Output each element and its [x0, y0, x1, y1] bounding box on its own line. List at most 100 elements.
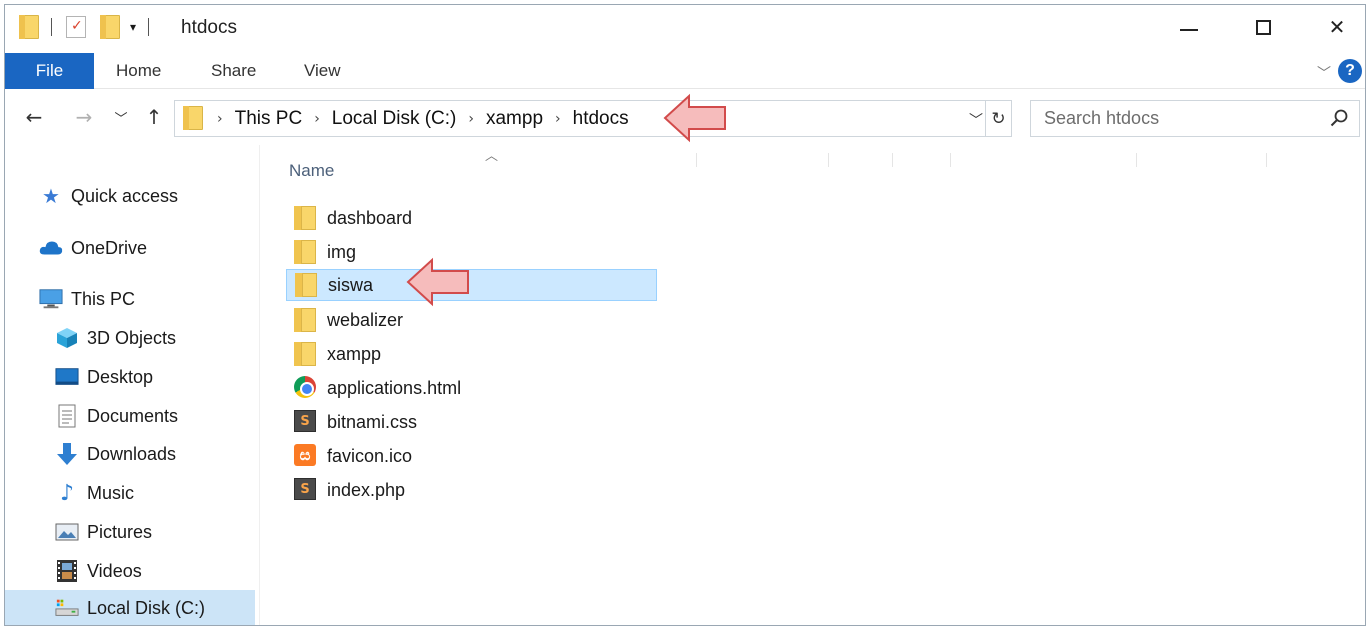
folder-icon	[294, 342, 318, 366]
sidebar-item-label: Pictures	[87, 521, 153, 542]
sublime-file-icon: S	[294, 478, 318, 502]
close-button[interactable]: ✕	[1301, 5, 1365, 49]
sidebar-item-downloads[interactable]: Downloads	[55, 436, 176, 472]
sidebar-item-onedrive[interactable]: OneDrive	[39, 230, 147, 266]
back-arrow-icon: ←	[25, 105, 43, 129]
file-name: favicon.ico	[327, 445, 413, 466]
column-divider[interactable]	[696, 153, 697, 167]
column-header-name[interactable]: Name	[289, 161, 334, 181]
desktop-icon	[55, 365, 79, 389]
folder-icon	[183, 106, 203, 130]
up-button[interactable]: ↑	[139, 103, 169, 131]
file-list-pane: ︿ Name dashboard img siswa webalizer xam…	[260, 145, 1365, 625]
minimize-icon	[1180, 29, 1198, 31]
properties-icon[interactable]	[66, 16, 86, 38]
search-icon[interactable]	[1329, 108, 1349, 128]
maximize-button[interactable]	[1227, 5, 1299, 49]
xampp-icon: ස	[294, 444, 318, 468]
folder-icon	[294, 308, 318, 332]
column-divider[interactable]	[950, 153, 951, 167]
column-divider[interactable]	[1266, 153, 1267, 167]
file-name: bitnami.css	[327, 411, 418, 432]
chevron-down-icon: ﹀	[114, 111, 128, 127]
list-item[interactable]: webalizer	[286, 304, 657, 336]
column-divider[interactable]	[1136, 153, 1137, 167]
computer-icon	[39, 287, 63, 311]
list-item[interactable]: S bitnami.css	[286, 406, 657, 438]
breadcrumb-local-disk[interactable]: Local Disk (C:)	[332, 108, 457, 130]
file-name: siswa	[328, 274, 374, 295]
file-name: xampp	[327, 343, 382, 364]
search-input[interactable]	[1031, 101, 1321, 136]
quick-access-toolbar: ▾	[19, 14, 150, 40]
sidebar-item-label: Videos	[87, 560, 142, 581]
documents-icon	[55, 404, 79, 428]
sidebar-item-desktop[interactable]: Desktop	[55, 359, 153, 395]
sidebar-item-label: 3D Objects	[87, 327, 177, 348]
list-item[interactable]: dashboard	[286, 202, 657, 234]
breadcrumb: › This PC › Local Disk (C:) › xampp › ht…	[217, 101, 629, 136]
breadcrumb-this-pc[interactable]: This PC	[235, 108, 303, 130]
sidebar-item-pictures[interactable]: Pictures	[55, 514, 152, 550]
minimize-button[interactable]	[1153, 5, 1225, 49]
sidebar-item-documents[interactable]: Documents	[55, 398, 178, 434]
sidebar-item-label: Music	[87, 482, 135, 503]
address-history-dropdown-icon[interactable]: ﹀	[969, 110, 983, 130]
file-name: dashboard	[327, 207, 413, 228]
sidebar-item-label: Local Disk (C:)	[87, 597, 206, 618]
address-bar[interactable]: › This PC › Local Disk (C:) › xampp › ht…	[174, 100, 1012, 137]
new-folder-icon[interactable]	[100, 15, 120, 39]
list-item[interactable]: applications.html	[286, 372, 657, 404]
breadcrumb-separator-icon[interactable]: ›	[468, 111, 474, 127]
forward-button[interactable]: →	[69, 103, 99, 131]
download-arrow-icon	[55, 442, 79, 466]
folder-icon	[294, 240, 318, 264]
sublime-file-icon: S	[294, 410, 318, 434]
breadcrumb-xampp[interactable]: xampp	[486, 108, 543, 130]
breadcrumb-htdocs[interactable]: htdocs	[573, 108, 629, 130]
customize-toolbar-icon[interactable]: ▾	[130, 20, 136, 34]
tab-file[interactable]: File	[5, 53, 94, 89]
annotation-arrow-icon	[406, 257, 469, 307]
column-divider[interactable]	[828, 153, 829, 167]
music-note-icon: ♪	[59, 480, 75, 506]
list-item[interactable]: xampp	[286, 338, 657, 370]
refresh-button[interactable]: ↻	[985, 101, 1011, 136]
navigation-pane: ★ Quick access OneDrive This PC 3D Objec…	[5, 145, 259, 625]
list-item[interactable]: ස favicon.ico	[286, 440, 657, 472]
recent-locations-button[interactable]: ﹀	[109, 103, 133, 131]
sidebar-item-local-disk[interactable]: Local Disk (C:)	[5, 590, 255, 625]
tab-view[interactable]: View	[304, 53, 341, 89]
pictures-icon	[55, 520, 79, 544]
breadcrumb-separator-icon[interactable]: ›	[314, 111, 320, 127]
help-icon[interactable]: ?	[1338, 59, 1362, 83]
tab-home[interactable]: Home	[116, 53, 161, 89]
expand-ribbon-icon[interactable]: ﹀	[1317, 63, 1331, 83]
close-icon: ✕	[1328, 15, 1346, 39]
sidebar-item-videos[interactable]: Videos	[55, 553, 142, 589]
sidebar-item-quick-access[interactable]: ★ Quick access	[39, 178, 178, 214]
maximize-icon	[1255, 19, 1271, 35]
sidebar-item-music[interactable]: ♪ Music	[55, 475, 134, 511]
sidebar-item-this-pc[interactable]: This PC	[39, 281, 135, 317]
folder-icon[interactable]	[19, 15, 39, 39]
annotation-arrow-icon	[663, 93, 726, 143]
explorer-window: ▾ htdocs ✕ File Home Share View ﹀ ? ← → …	[4, 4, 1366, 626]
breadcrumb-separator-icon[interactable]: ›	[555, 111, 561, 127]
list-item[interactable]: S index.php	[286, 474, 657, 506]
film-icon	[55, 559, 79, 583]
refresh-icon: ↻	[991, 108, 1006, 129]
folder-icon	[294, 206, 318, 230]
toolbar-separator	[148, 18, 150, 36]
sidebar-item-label: Desktop	[87, 366, 154, 387]
sidebar-item-label: Documents	[87, 405, 179, 426]
tab-share[interactable]: Share	[211, 53, 256, 89]
sort-ascending-icon: ︿	[485, 149, 499, 164]
sidebar-item-3d-objects[interactable]: 3D Objects	[55, 320, 176, 356]
search-box[interactable]	[1030, 100, 1360, 137]
back-button[interactable]: ←	[19, 103, 49, 131]
file-name: img	[327, 241, 357, 262]
column-divider[interactable]	[892, 153, 893, 167]
star-icon: ★	[42, 184, 60, 208]
drive-icon	[55, 596, 79, 620]
